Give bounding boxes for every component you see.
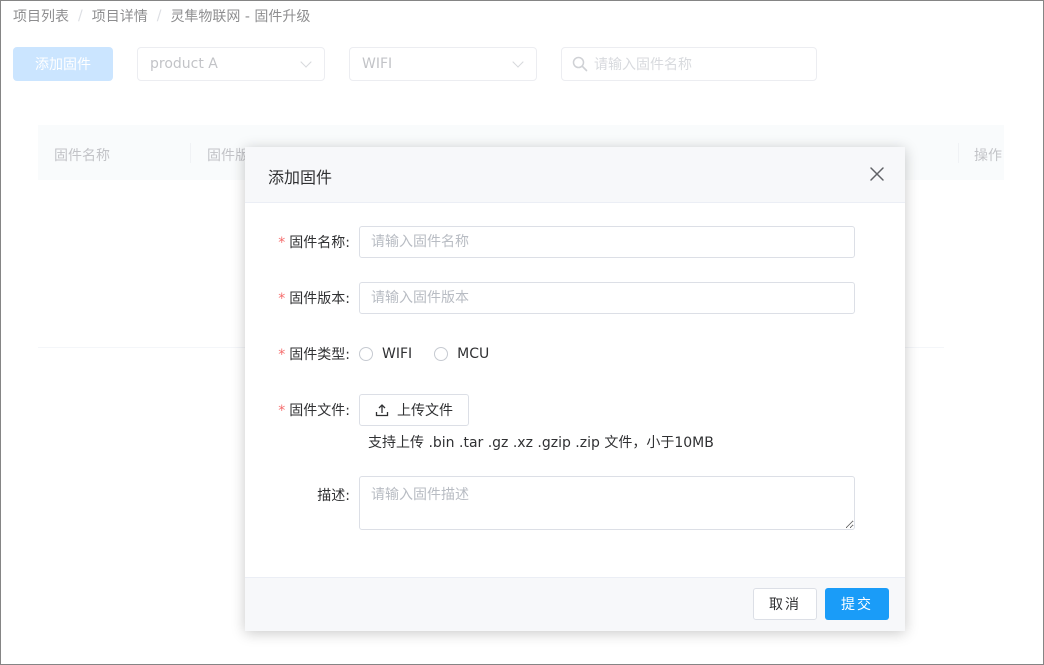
upload-icon [375,404,389,417]
dialog-footer: 取消 提交 [245,577,905,631]
form-row-name: * 固件名称: [245,226,855,258]
firmware-name-input[interactable] [359,226,855,258]
firmware-file-label: * 固件文件: [278,403,350,419]
firmware-version-label: * 固件版本: [278,291,350,307]
form-row-description: 描述: [245,476,855,530]
description-textarea[interactable] [359,476,855,530]
required-mark: * [278,403,286,419]
radio-circle[interactable] [434,347,449,361]
required-mark: * [278,291,286,307]
cancel-button[interactable]: 取消 [753,588,817,620]
firmware-type-label: * 固件类型: [278,347,350,363]
close-icon[interactable] [869,166,885,182]
required-mark: * [278,235,286,251]
upload-hint: 支持上传 .bin .tar .gz .xz .gzip .zip 文件，小于1… [368,435,714,451]
dialog-header: 添加固件 [245,147,905,203]
firmware-version-input[interactable] [359,282,855,314]
add-firmware-dialog: 添加固件 *固件名称: *固件版本: *固件类型: WIFI MCU *固件文件… [245,147,905,631]
firmware-name-label: * 固件名称: [278,235,350,251]
radio-circle[interactable] [359,347,373,361]
description-label: 描述: [317,488,350,504]
form-row-version: * 固件版本: [245,282,855,314]
upload-file-label: 上传文件 [397,403,453,419]
dialog-title: 添加固件 [268,168,333,187]
required-mark: * [278,347,286,363]
form-row-type: * 固件类型: WIFI MCU [245,338,511,370]
radio-wifi[interactable]: WIFI [359,346,412,362]
form-row-file: * 固件文件: 上传文件 [245,394,469,426]
radio-wifi-label: WIFI [382,346,413,362]
upload-file-button[interactable]: 上传文件 [359,394,469,426]
submit-button[interactable]: 提交 [825,588,889,620]
radio-mcu-label: MCU [457,346,490,362]
radio-mcu[interactable]: MCU [434,346,489,362]
